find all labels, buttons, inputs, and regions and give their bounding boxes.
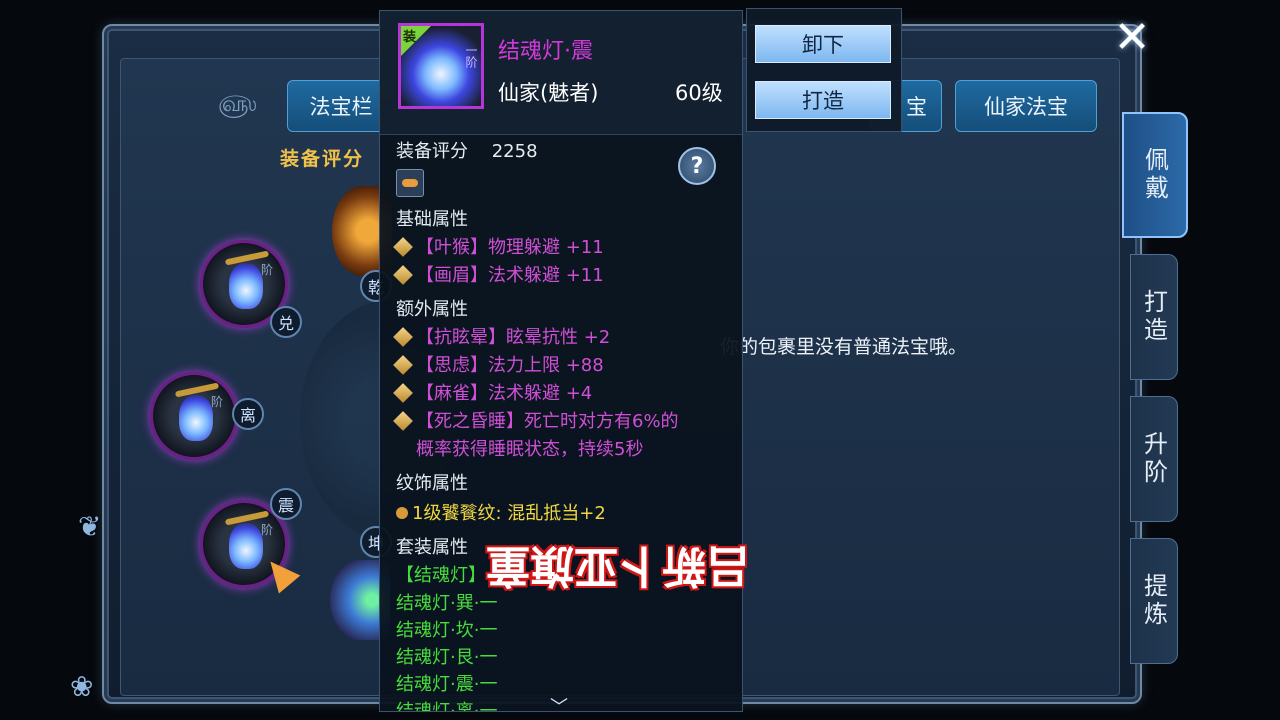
trigram-li: 离	[232, 398, 264, 430]
flower-decoration-icon: ❀	[70, 670, 94, 703]
item-lantern-icon: 装 一阶	[398, 23, 484, 109]
diamond-bullet-icon	[393, 327, 413, 347]
basic-attr-text: 【画眉】法术躲避 +11	[416, 265, 604, 286]
side-tab-forge[interactable]: 打造	[1130, 254, 1178, 380]
lantern-icon	[229, 523, 263, 569]
item-tooltip[interactable]: 装 一阶 结魂灯·震 仙家(魅者) 60级 装备评分 2258 ? 基础属性 【…	[379, 10, 743, 712]
close-button[interactable]: ✕	[1110, 16, 1154, 60]
extra-attr-line: 【抗眩晕】眩晕抗性 +2	[393, 323, 611, 349]
diamond-bullet-icon	[393, 355, 413, 375]
extra-attr-text: 【思虑】法力上限 +88	[416, 355, 604, 376]
lantern-icon	[229, 263, 263, 309]
set-item: 结魂灯·震·一	[396, 674, 498, 695]
basic-attr-text: 【叶猴】物理躲避 +11	[416, 237, 604, 258]
set-name: 【结魂灯】	[396, 565, 486, 586]
lantern-icon	[179, 395, 213, 441]
equip-score-label: 装备评分	[280, 148, 365, 170]
chevron-down-icon[interactable]: ﹀	[550, 693, 568, 711]
extra-attr-line: 【思虑】法力上限 +88	[393, 351, 604, 377]
item-grade: 一阶	[464, 44, 478, 68]
score-row: 装备评分 2258	[396, 137, 538, 163]
pattern-attr-title: 纹饰属性	[396, 473, 468, 494]
side-tab-refine[interactable]: 提炼	[1130, 538, 1178, 664]
extra-attr-title: 额外属性	[396, 299, 468, 320]
side-tab-wear[interactable]: 佩戴	[1122, 112, 1188, 238]
set-item: 结魂灯·巽·一	[396, 593, 498, 614]
empty-bag-message: 你的包裹里没有普通法宝哦。	[720, 336, 968, 358]
extra-attr-text: 【死之昏睡】死亡时对方有6%的	[416, 411, 679, 432]
tab-xianjia-fabao[interactable]: 仙家法宝	[955, 80, 1097, 132]
trigram-zhen: 震	[270, 488, 302, 520]
diamond-bullet-icon	[393, 265, 413, 285]
set-item: 结魂灯·艮·一	[396, 647, 498, 668]
cloud-ornament-icon: ௵	[218, 92, 257, 117]
pattern-attr-line: 1级饕餮纹: 混乱抵当+2	[396, 499, 606, 525]
item-name: 结魂灯·震	[498, 39, 593, 64]
slot-grade-mark: 阶	[211, 395, 224, 409]
fabao-type-icon	[396, 169, 424, 197]
extra-attr-line: 【麻雀】法术躲避 +4	[393, 379, 593, 405]
diamond-bullet-icon	[393, 411, 413, 431]
forge-button[interactable]: 打造	[755, 81, 891, 119]
butterfly-decoration-icon: ❦	[78, 510, 102, 543]
diamond-bullet-icon	[393, 383, 413, 403]
score-value: 2258	[491, 141, 538, 162]
extra-attr-line: 【死之昏睡】死亡时对方有6%的	[393, 407, 679, 433]
slot-grade-mark: 阶	[261, 523, 274, 537]
basic-attr-line: 【画眉】法术躲避 +11	[393, 261, 604, 287]
diamond-bullet-icon	[393, 237, 413, 257]
action-panel: 卸下 打造	[746, 8, 902, 132]
tooltip-header: 装 一阶 结魂灯·震 仙家(魅者) 60级	[380, 11, 742, 135]
pattern-attr-text: 1级饕餮纹: 混乱抵当+2	[412, 503, 606, 524]
score-label: 装备评分	[396, 141, 468, 162]
bead-bullet-icon	[396, 507, 408, 519]
equip-slot-li[interactable]: 阶	[150, 372, 238, 460]
video-subtitle-overlay: 吕新卜亚旗童	[486, 540, 750, 591]
basic-attr-title: 基础属性	[396, 209, 468, 230]
item-level: 60级	[675, 81, 723, 105]
trigram-dui: 兑	[270, 306, 302, 338]
set-item: 结魂灯·离·一	[396, 701, 498, 712]
set-attr-title: 套装属性	[396, 537, 468, 558]
basic-attr-line: 【叶猴】物理躲避 +11	[393, 233, 604, 259]
extra-attr-continuation: 概率获得睡眠状态，持续5秒	[416, 439, 644, 460]
extra-attr-text: 【抗眩晕】眩晕抗性 +2	[416, 327, 611, 348]
equipped-badge-text: 装	[403, 30, 417, 45]
unequip-button[interactable]: 卸下	[755, 25, 891, 63]
set-item: 结魂灯·坎·一	[396, 620, 498, 641]
extra-attr-text: 【麻雀】法术躲避 +4	[416, 383, 593, 404]
side-tab-upgrade[interactable]: 升阶	[1130, 396, 1178, 522]
item-class: 仙家(魅者)	[498, 81, 599, 105]
slot-grade-mark: 阶	[261, 263, 274, 277]
help-button[interactable]: ?	[678, 147, 716, 185]
